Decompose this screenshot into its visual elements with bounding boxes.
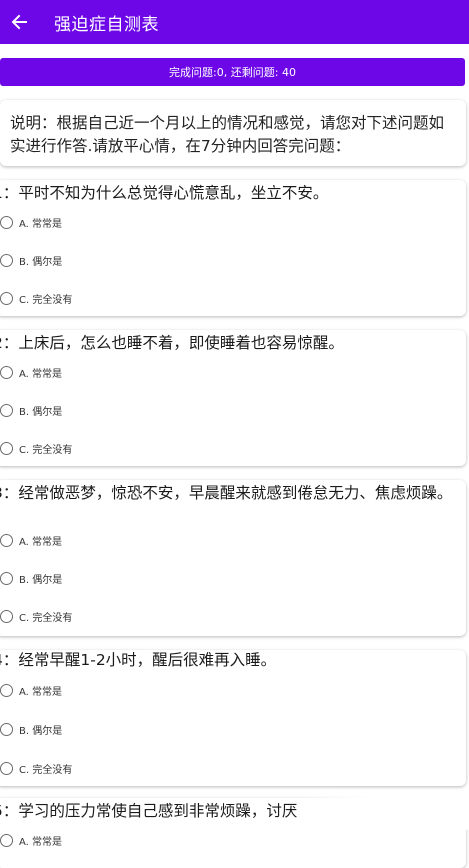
option-label: B. 偶尔是 [19, 574, 63, 586]
option-c[interactable]: C. 完全没有 [0, 756, 72, 780]
question-text: 1：平时不知为什么总觉得心慌意乱，坐立不安。 [0, 184, 329, 202]
option-b[interactable]: B. 偶尔是 [0, 566, 62, 590]
question-text: 4：经常早醒1-2小时，醒后很难再入睡。 [0, 651, 277, 669]
option-label: A. 常常是 [19, 218, 63, 230]
option-label: A. 常常是 [19, 536, 63, 548]
radio-icon[interactable] [0, 253, 13, 267]
option-a[interactable]: A. 常常是 [0, 528, 62, 552]
instructions-card: 说明：根据自己近一个月以上的情况和感觉，请您对下述问题如实进行作答.请放平心情，… [0, 100, 466, 166]
option-label: C. 完全没有 [19, 294, 73, 306]
radio-icon[interactable] [0, 609, 13, 623]
question-card: 5：学习的压力常使自己感到非常烦躁，讨厌 A. 常常是 [0, 798, 466, 868]
option-b[interactable]: B. 偶尔是 [0, 717, 62, 741]
option-c[interactable]: C. 完全没有 [0, 436, 72, 460]
question-text: 2：上床后，怎么也睡不着，即使睡着也容易惊醒。 [0, 334, 344, 352]
radio-icon[interactable] [0, 215, 13, 229]
option-label: B. 偶尔是 [19, 725, 63, 737]
question-card: 2：上床后，怎么也睡不着，即使睡着也容易惊醒。 A. 常常是 B. 偶尔是 C.… [0, 330, 466, 466]
radio-icon[interactable] [0, 533, 13, 547]
option-label: C. 完全没有 [19, 444, 73, 456]
progress-text: 完成问题:0, 还剩问题: 40 [169, 66, 296, 79]
question-card: 3：经常做恶梦，惊恐不安，早晨醒来就感到倦怠无力、焦虑烦躁。 A. 常常是 B.… [0, 480, 466, 636]
radio-icon[interactable] [0, 291, 13, 305]
question-card: 1：平时不知为什么总觉得心慌意乱，坐立不安。 A. 常常是 B. 偶尔是 C. … [0, 180, 466, 316]
radio-icon[interactable] [0, 761, 13, 775]
option-c[interactable]: C. 完全没有 [0, 604, 72, 628]
radio-icon[interactable] [0, 683, 13, 697]
radio-icon[interactable] [0, 403, 13, 417]
option-b[interactable]: B. 偶尔是 [0, 248, 62, 272]
radio-icon[interactable] [0, 571, 13, 585]
radio-icon[interactable] [0, 441, 13, 455]
radio-icon[interactable] [0, 722, 13, 736]
option-label: B. 偶尔是 [19, 256, 63, 268]
arrow-left-icon [11, 14, 27, 30]
radio-icon[interactable] [0, 365, 13, 379]
option-a[interactable]: A. 常常是 [0, 210, 62, 234]
option-a[interactable]: A. 常常是 [0, 678, 62, 702]
option-a[interactable]: A. 常常是 [0, 360, 62, 384]
option-label: C. 完全没有 [19, 764, 73, 776]
option-label: B. 偶尔是 [19, 406, 63, 418]
back-button[interactable] [10, 13, 28, 31]
radio-icon[interactable] [0, 833, 13, 847]
progress-banner: 完成问题:0, 还剩问题: 40 [0, 58, 465, 86]
instructions-text: 说明：根据自己近一个月以上的情况和感觉，请您对下述问题如实进行作答.请放平心情，… [10, 114, 445, 155]
question-text: 3：经常做恶梦，惊恐不安，早晨醒来就感到倦怠无力、焦虑烦躁。 [0, 484, 453, 502]
question-text: 5：学习的压力常使自己感到非常烦躁，讨厌 [0, 802, 298, 820]
option-c[interactable]: C. 完全没有 [0, 286, 72, 310]
option-a[interactable]: A. 常常是 [0, 828, 62, 852]
option-b[interactable]: B. 偶尔是 [0, 398, 62, 422]
option-label: C. 完全没有 [19, 612, 73, 624]
option-label: A. 常常是 [19, 836, 63, 848]
app-bar: 强迫症自测表 [0, 0, 469, 44]
page-title: 强迫症自测表 [54, 14, 159, 35]
question-card: 4：经常早醒1-2小时，醒后很难再入睡。 A. 常常是 B. 偶尔是 C. 完全… [0, 650, 466, 786]
option-label: A. 常常是 [19, 686, 63, 698]
option-label: A. 常常是 [19, 368, 63, 380]
